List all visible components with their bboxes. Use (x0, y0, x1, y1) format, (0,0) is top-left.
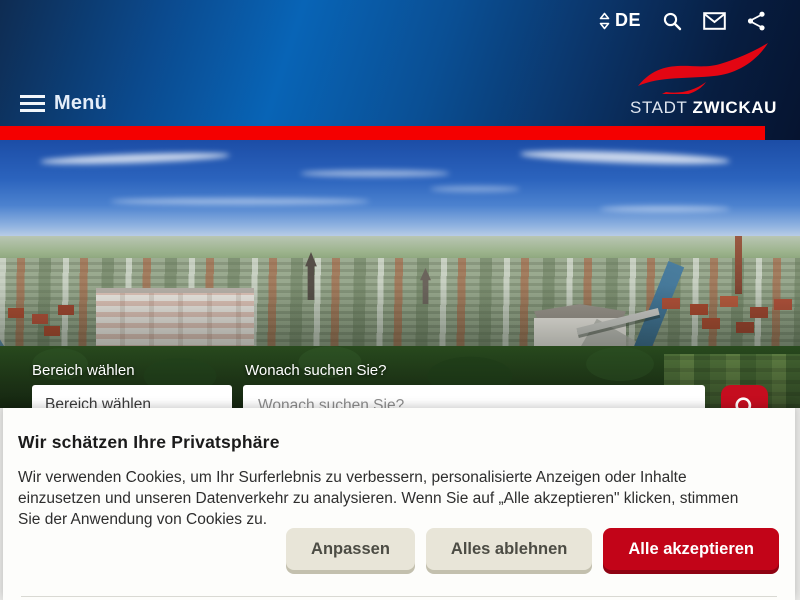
customize-cookies-button[interactable]: Anpassen (286, 528, 415, 570)
accept-all-cookies-button[interactable]: Alle akzeptieren (603, 528, 779, 570)
logo-stadt: STADT (630, 98, 687, 117)
reject-all-cookies-button[interactable]: Alles ablehnen (426, 528, 592, 570)
language-selector[interactable]: DE (599, 10, 641, 31)
red-accent-bar (0, 126, 765, 140)
mail-button[interactable] (703, 12, 726, 30)
search-button[interactable] (662, 11, 682, 31)
cookie-button-row: Anpassen Alles ablehnen Alle akzeptieren (286, 528, 779, 570)
cookie-banner-title: Wir schätzen Ihre Privatsphäre (18, 432, 780, 453)
query-input-label: Wonach suchen Sie? (245, 362, 386, 379)
menu-label: Menü (54, 92, 107, 115)
cookie-consent-banner: Wir schätzen Ihre Privatsphäre Wir verwe… (3, 408, 795, 600)
site-header: DE (0, 0, 800, 140)
area-select-label: Bereich wählen (32, 362, 135, 379)
envelope-icon (703, 12, 726, 30)
cookie-banner-text: Wir verwenden Cookies, um Ihr Surferlebn… (18, 467, 780, 530)
menu-button[interactable]: Menü (20, 92, 107, 115)
sort-chevrons-icon (599, 12, 610, 30)
share-icon (747, 11, 766, 31)
logo-zwickau: ZWICKAU (692, 98, 776, 117)
banner-divider (21, 596, 777, 597)
language-code: DE (615, 10, 641, 31)
zwickau-swoosh-icon (630, 42, 770, 94)
header-utility-bar: DE (599, 10, 766, 31)
stadt-zwickau-logo[interactable]: STADT ZWICKAU (630, 42, 770, 118)
hamburger-icon (20, 95, 45, 112)
search-icon (662, 11, 682, 31)
logo-wordmark: STADT ZWICKAU (630, 98, 770, 118)
share-button[interactable] (747, 11, 766, 31)
